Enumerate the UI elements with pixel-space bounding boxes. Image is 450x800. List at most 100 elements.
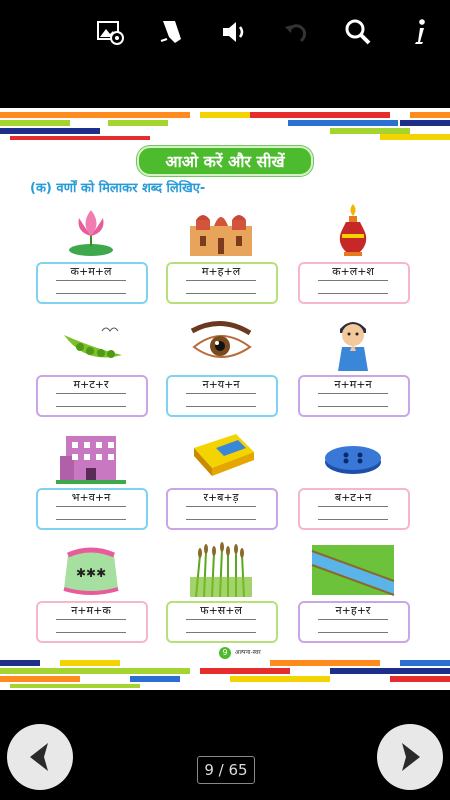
write-line (318, 293, 388, 294)
word-card: र+ब+ड़ (166, 426, 278, 530)
write-line (186, 519, 256, 520)
decor-stripe (330, 668, 450, 674)
decor-stripe (380, 134, 450, 140)
building-icon (42, 428, 140, 484)
decor-stripe (400, 660, 450, 666)
bookmark-icon[interactable] (152, 14, 188, 50)
decor-stripe (0, 668, 190, 674)
decor-stripe (400, 120, 450, 126)
decor-stripe (250, 112, 390, 118)
word-card: क+म+ल (36, 200, 148, 304)
letters-label: न+म+न (334, 378, 372, 391)
decor-stripe (0, 120, 70, 126)
write-line (186, 632, 256, 633)
word-card: क+ल+श (298, 200, 410, 304)
book-page: आओ करें और सीखें (क) वर्णों को मिलाकर शब… (0, 108, 450, 690)
write-line (186, 619, 256, 620)
write-line (318, 406, 388, 407)
write-line (186, 293, 256, 294)
previous-page-button[interactable] (7, 724, 73, 790)
write-line (318, 619, 388, 620)
word-card: भ+व+न (36, 426, 148, 530)
lotus-icon (42, 202, 140, 258)
palace-icon (172, 202, 270, 258)
boy-namaste-icon (304, 315, 402, 371)
kalash-icon (304, 202, 402, 258)
decor-stripe (0, 128, 100, 134)
write-line (318, 632, 388, 633)
letters-label: भ+व+न (71, 491, 111, 504)
letters-label: म+ट+र (73, 378, 109, 391)
decor-stripe (288, 120, 398, 126)
decor-stripe (108, 120, 168, 126)
write-line (318, 393, 388, 394)
write-line (56, 293, 126, 294)
info-icon[interactable] (402, 14, 438, 50)
page-title: आओ करें और सीखें (137, 146, 313, 176)
crop-icon (172, 541, 270, 597)
decor-stripe (200, 668, 290, 674)
write-line (186, 406, 256, 407)
write-line (318, 506, 388, 507)
eraser-icon (172, 428, 270, 484)
next-page-button[interactable] (377, 724, 443, 790)
write-line (186, 393, 256, 394)
word-card: म+ह+ल (166, 200, 278, 304)
decor-stripe (10, 136, 150, 140)
write-line (186, 280, 256, 281)
word-card: न+य+न (166, 313, 278, 417)
top-toolbar (0, 0, 450, 64)
letters-label: र+ब+ड़ (203, 491, 239, 504)
word-card: न+ह+र (298, 539, 410, 643)
letters-label: फ+स+ल (200, 604, 242, 617)
peas-icon (42, 315, 140, 371)
arrow-left-icon (30, 743, 48, 771)
write-line (56, 632, 126, 633)
button-icon (304, 428, 402, 484)
word-card: फ+स+ल (166, 539, 278, 643)
search-icon[interactable] (340, 14, 376, 50)
word-card: म+ट+र (36, 313, 148, 417)
write-line (318, 519, 388, 520)
write-line (318, 280, 388, 281)
decor-stripe (230, 676, 330, 682)
decor-stripe (0, 112, 190, 118)
decor-stripe (410, 112, 450, 118)
letters-label: न+म+क (71, 604, 111, 617)
write-line (56, 519, 126, 520)
decor-stripe (270, 660, 380, 666)
decor-stripe (390, 676, 450, 682)
arrow-right-icon (402, 743, 420, 771)
write-line (56, 280, 126, 281)
decor-stripe (130, 676, 180, 682)
write-line (56, 393, 126, 394)
letters-label: क+म+ल (70, 265, 112, 278)
write-line (186, 506, 256, 507)
write-line (56, 506, 126, 507)
speaker-icon[interactable] (216, 14, 252, 50)
word-card: ✱✱✱ न+म+क (36, 539, 148, 643)
letters-label: न+य+न (202, 378, 240, 391)
write-line (56, 406, 126, 407)
letters-label: क+ल+श (332, 265, 374, 278)
instruction-text: (क) वर्णों को मिलाकर शब्द लिखिए- (30, 181, 206, 196)
letters-label: न+ह+र (335, 604, 371, 617)
decor-stripe (0, 676, 80, 682)
svg-text:✱✱✱: ✱✱✱ (76, 566, 106, 580)
decor-stripe (60, 660, 120, 666)
salt-bag-icon: ✱✱✱ (42, 541, 140, 597)
canal-icon (304, 541, 402, 597)
undo-icon[interactable] (278, 14, 314, 50)
decor-stripe (0, 660, 40, 666)
decor-stripe (10, 684, 140, 688)
eye-icon (172, 315, 270, 371)
letters-label: म+ह+ल (201, 265, 241, 278)
image-settings-icon[interactable] (92, 14, 128, 50)
page-number-badge: 9 (219, 647, 231, 659)
word-card: न+म+न (298, 313, 410, 417)
word-card: ब+ट+न (298, 426, 410, 530)
footer-series-name: अल्पना-स्वर (235, 649, 261, 656)
page-counter: 9 / 65 (197, 756, 255, 784)
letters-label: ब+ट+न (334, 491, 372, 504)
write-line (56, 619, 126, 620)
